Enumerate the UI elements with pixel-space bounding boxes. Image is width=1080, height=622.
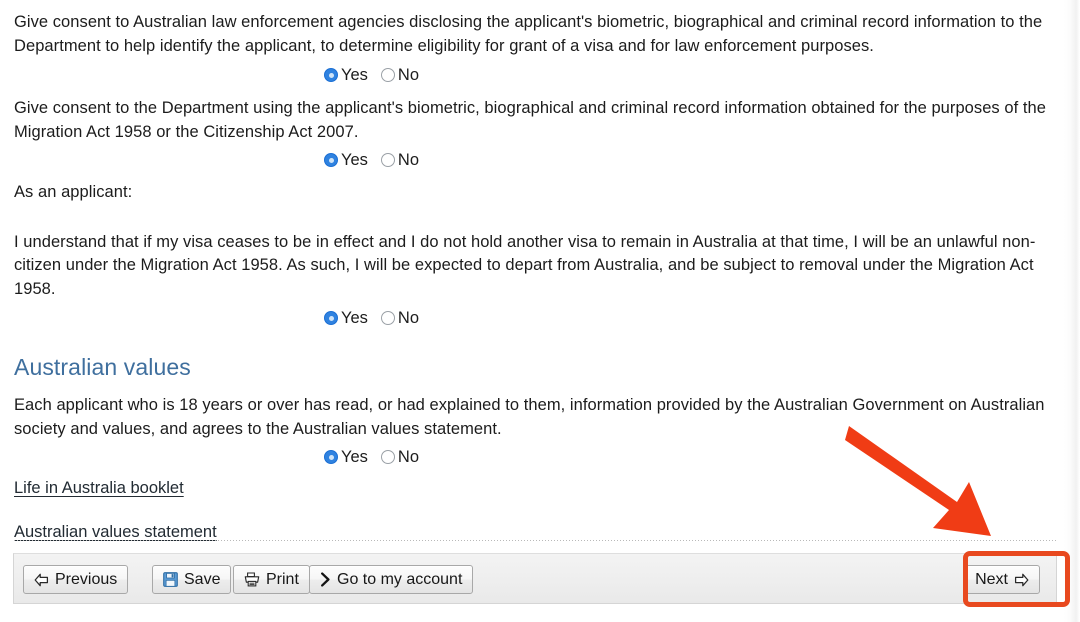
consent-1-yes-label: Yes xyxy=(341,66,368,84)
printer-icon xyxy=(244,572,260,587)
print-button[interactable]: Print xyxy=(233,565,310,594)
consent-paragraph-1: Give consent to Australian law enforceme… xyxy=(14,13,1043,55)
declaration-no-option[interactable]: No xyxy=(380,309,420,327)
form-content: Give consent to Australian law enforceme… xyxy=(14,0,1054,542)
consent-1-no-label: No xyxy=(397,66,420,84)
consent-1-yes-option[interactable]: Yes xyxy=(324,66,368,84)
consent-2-no-option[interactable]: No xyxy=(380,151,420,169)
save-button[interactable]: Save xyxy=(152,565,232,594)
radio-unselected-icon[interactable] xyxy=(380,68,395,82)
declaration-yes-option[interactable]: Yes xyxy=(324,309,368,327)
form-page: Give consent to Australian law enforceme… xyxy=(0,0,1080,622)
page-edge-shading xyxy=(1064,0,1080,622)
australian-values-paragraph: Each applicant who is 18 years or over h… xyxy=(14,396,1045,438)
consent-2-yes-label: Yes xyxy=(341,151,368,169)
declaration-yes-label: Yes xyxy=(341,309,368,327)
print-button-label: Print xyxy=(266,570,299,588)
consent-2-no-label: No xyxy=(397,151,420,169)
declaration-radio-group[interactable]: Yes No xyxy=(14,305,1054,331)
go-to-my-account-button[interactable]: Go to my account xyxy=(309,565,474,594)
link-life-in-australia-booklet[interactable]: Life in Australia booklet xyxy=(14,479,184,498)
australian-values-yes-label: Yes xyxy=(341,448,368,466)
radio-selected-icon[interactable] xyxy=(324,311,338,325)
australian-values-no-label: No xyxy=(397,448,420,466)
save-button-label: Save xyxy=(184,570,221,588)
floppy-disk-icon xyxy=(163,572,178,587)
declaration-paragraph: I understand that if my visa ceases to b… xyxy=(14,232,1036,298)
next-button-label: Next xyxy=(975,570,1008,588)
arrow-left-outline-icon xyxy=(34,573,49,587)
australian-values-radio-group[interactable]: Yes No xyxy=(14,444,1054,470)
next-button[interactable]: Next xyxy=(964,565,1040,594)
declaration-no-label: No xyxy=(397,309,420,327)
radio-unselected-icon[interactable] xyxy=(380,311,395,325)
chevron-right-icon xyxy=(320,572,331,587)
australian-values-no-option[interactable]: No xyxy=(380,448,420,466)
australian-values-yes-option[interactable]: Yes xyxy=(324,448,368,466)
radio-unselected-icon[interactable] xyxy=(380,450,395,464)
go-to-my-account-button-label: Go to my account xyxy=(337,570,463,588)
consent-1-no-option[interactable]: No xyxy=(380,66,420,84)
toolbar-divider xyxy=(14,540,1056,541)
previous-button[interactable]: Previous xyxy=(23,565,129,594)
form-navigation-toolbar: Previous Save Print Go to my account Nex… xyxy=(13,553,1057,604)
radio-unselected-icon[interactable] xyxy=(380,153,395,167)
radio-selected-icon[interactable] xyxy=(324,153,338,167)
consent-2-yes-option[interactable]: Yes xyxy=(324,151,368,169)
consent-paragraph-2: Give consent to the Department using the… xyxy=(14,99,1046,141)
arrow-right-outline-icon xyxy=(1014,573,1029,587)
australian-values-heading: Australian values xyxy=(14,354,191,380)
radio-selected-icon[interactable] xyxy=(324,68,338,82)
consent-1-radio-group[interactable]: Yes No xyxy=(14,62,1054,88)
applicant-subheading: As an applicant: xyxy=(14,183,133,201)
previous-button-label: Previous xyxy=(55,570,118,588)
consent-2-radio-group[interactable]: Yes No xyxy=(14,147,1054,173)
radio-selected-icon[interactable] xyxy=(324,450,338,464)
